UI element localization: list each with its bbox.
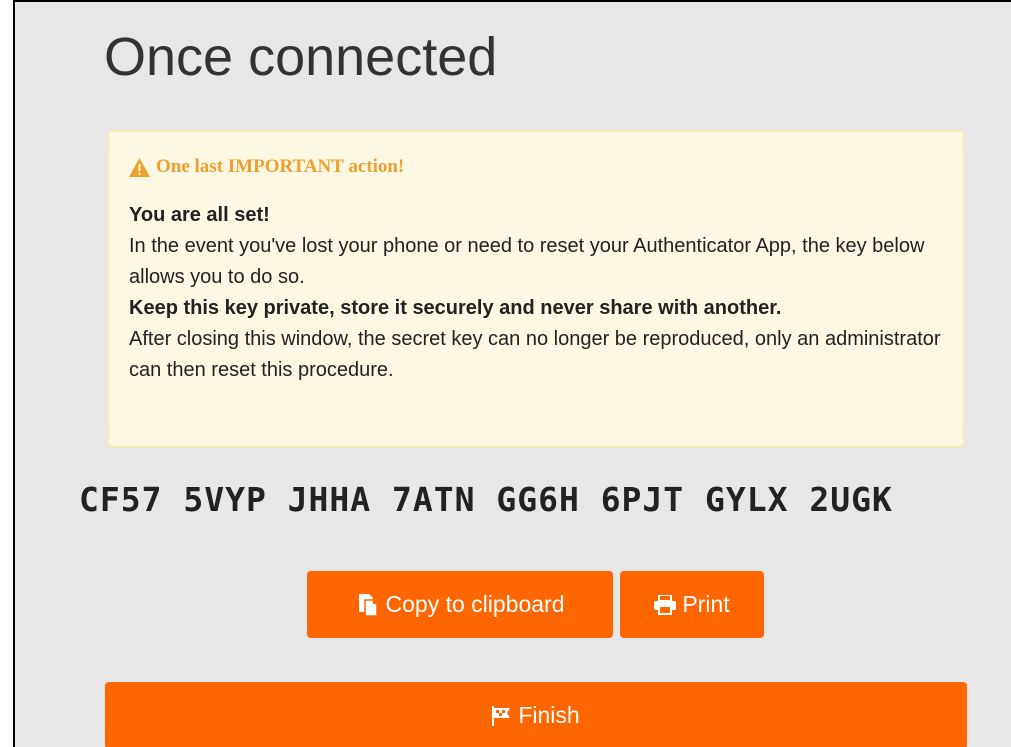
finish-button[interactable]: Finish bbox=[105, 682, 967, 747]
dialog-panel: Once connected One last IMPORTANT action… bbox=[13, 0, 1011, 747]
important-alert: One last IMPORTANT action! You are all s… bbox=[107, 130, 965, 448]
alert-line-event: In the event you've lost your phone or n… bbox=[129, 235, 925, 288]
secret-key: CF57 5VYP JHHA 7ATN GG6H 6PJT GYLX 2UGK bbox=[79, 480, 893, 519]
page-title: Once connected bbox=[104, 27, 498, 87]
copy-icon bbox=[358, 593, 378, 617]
alert-line-private: Keep this key private, store it securely… bbox=[129, 297, 782, 319]
alert-heading-text: One last IMPORTANT action! bbox=[156, 156, 405, 177]
alert-line-after: After closing this window, the secret ke… bbox=[129, 328, 941, 381]
alert-line-set: You are all set! bbox=[129, 204, 270, 226]
alert-body: You are all set! In the event you've los… bbox=[129, 200, 943, 386]
warning-icon bbox=[129, 157, 150, 177]
copy-to-clipboard-button[interactable]: Copy to clipboard bbox=[307, 571, 613, 638]
finish-button-label: Finish bbox=[518, 702, 580, 728]
print-button-label: Print bbox=[682, 591, 730, 617]
copy-button-label: Copy to clipboard bbox=[385, 591, 565, 617]
flag-icon bbox=[492, 705, 511, 726]
print-button[interactable]: Print bbox=[620, 571, 764, 638]
print-icon bbox=[654, 594, 677, 615]
alert-heading: One last IMPORTANT action! bbox=[129, 156, 943, 178]
